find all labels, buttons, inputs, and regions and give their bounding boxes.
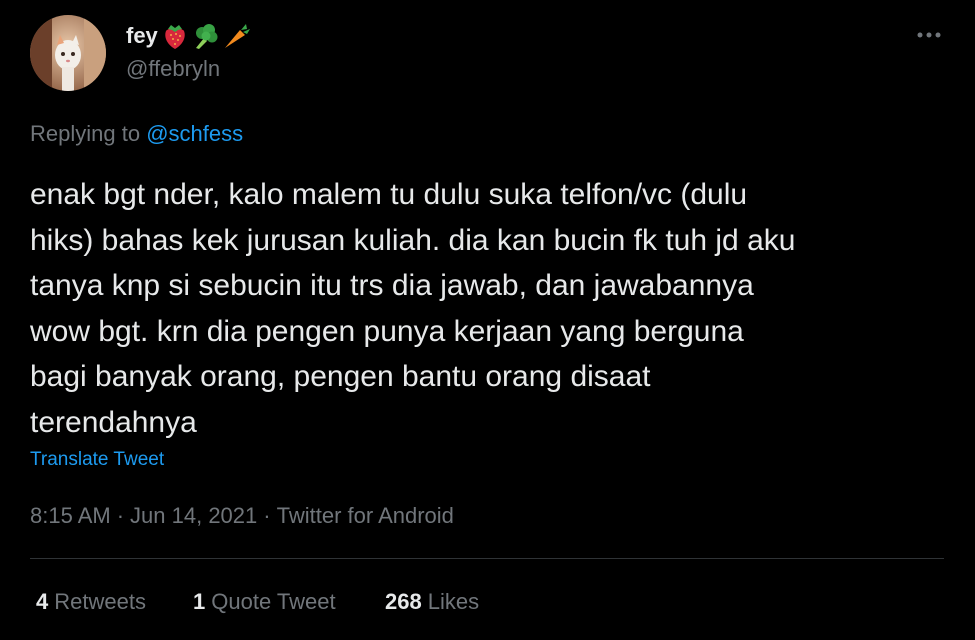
replying-to: Replying to @schfess [30,121,243,147]
strawberry-icon [162,22,188,50]
quote-count: 1 [193,589,206,614]
author-name-row[interactable]: fey [126,20,252,52]
carrot-icon [222,22,252,50]
tweet-date[interactable]: Jun 14, 2021 [130,503,257,528]
broccoli-icon [190,22,220,50]
replying-prefix: Replying to [30,121,141,146]
replying-mention-link[interactable]: @schfess [146,121,243,146]
retweets-stat[interactable]: 4 Retweets [36,589,193,615]
likes-count: 268 [385,589,422,614]
tweet-metadata: 8:15 AM · Jun 14, 2021 · Twitter for Android [30,503,454,529]
translate-tweet-link[interactable]: Translate Tweet [30,449,164,471]
author-handle[interactable]: @ffebryln [126,56,220,82]
avatar[interactable] [30,15,106,91]
quote-label: Quote Tweet [211,589,336,614]
tweet-source[interactable]: Twitter for Android [277,503,454,528]
likes-label: Likes [427,589,480,614]
retweets-label: Retweets [54,589,146,614]
tweet-stats: 4 Retweets 1 Quote Tweet 268 Likes [36,589,479,615]
more-options-button[interactable] [912,22,946,48]
quote-tweets-stat[interactable]: 1 Quote Tweet [193,589,385,615]
tweet-text: enak bgt nder, kalo malem tu dulu suka t… [30,178,796,439]
divider [30,558,944,559]
tweet-time[interactable]: 8:15 AM [30,503,111,528]
more-dots-icon [917,32,941,38]
retweets-count: 4 [36,589,49,614]
meta-separator: · [116,503,125,528]
meta-separator: · [263,503,271,528]
likes-stat[interactable]: 268 Likes [385,589,479,615]
display-name[interactable]: fey [126,23,158,49]
